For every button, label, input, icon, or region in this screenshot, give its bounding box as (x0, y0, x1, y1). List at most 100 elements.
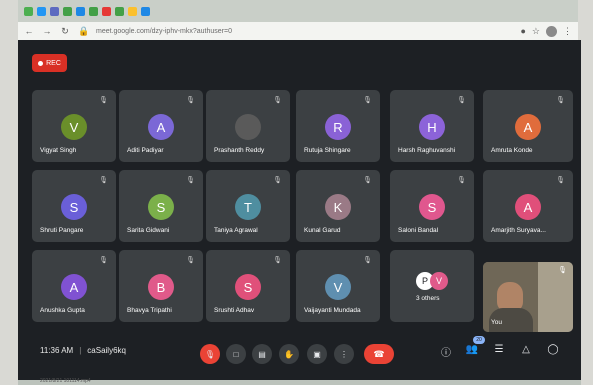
captions-icon: ▤ (258, 349, 266, 359)
leave-call-button[interactable]: ☎ (364, 344, 394, 364)
present-button[interactable]: ▣ (307, 344, 327, 364)
mic-off-icon: 🎙 (99, 257, 108, 264)
participant-count-badge: 20 (473, 336, 485, 344)
participant-name: Aditi Padiyar (127, 147, 164, 154)
participant-avatar (235, 114, 261, 140)
participant-tile[interactable]: 🎙 V Vaijayanti Mundada (296, 250, 380, 322)
mic-off-icon: 🎙 (186, 177, 195, 184)
participant-tile[interactable]: 🎙 H Harsh Raghuvanshi (390, 90, 474, 162)
participant-tile[interactable]: 🎙 V Vigyat Singh (32, 90, 116, 162)
participant-tile[interactable]: 🎙 S Sarita Gidwani (119, 170, 203, 242)
participant-avatar: V (61, 114, 87, 140)
participant-name: Prashanth Reddy (214, 147, 265, 154)
activities-icon[interactable]: △ (518, 344, 534, 355)
participant-avatar: S (235, 274, 261, 300)
others-tile[interactable]: P V 3 others (390, 250, 474, 322)
participant-tile[interactable]: 🎙 B Bhavya Tripathi (119, 250, 203, 322)
back-icon[interactable]: ← (24, 26, 34, 36)
tab-favicon[interactable] (37, 6, 46, 16)
bookmark-star-icon[interactable]: ☆ (532, 26, 540, 37)
participant-name: Amarjith Suryava... (491, 227, 546, 234)
participant-tile[interactable]: 🎙 A Amruta Konde (483, 90, 573, 162)
participant-name: Amruta Konde (491, 147, 533, 154)
participant-tile[interactable]: 🎙 A Amarjith Suryava... (483, 170, 573, 242)
participant-avatar: A (515, 194, 541, 220)
browser-tab-strip (18, 0, 578, 22)
participant-tile[interactable]: 🎙 K Kunal Garud (296, 170, 380, 242)
chat-icon[interactable]: ☰ (491, 344, 507, 355)
mic-off-icon: 🎙 (99, 177, 108, 184)
participant-avatar: S (61, 194, 87, 220)
participant-avatar: S (148, 194, 174, 220)
raise-hand-button[interactable]: ✋ (279, 344, 299, 364)
tab-favicon[interactable] (115, 6, 124, 16)
tab-favicon[interactable] (24, 6, 33, 16)
participant-avatar: T (235, 194, 261, 220)
recording-label: REC (46, 59, 61, 67)
reload-icon[interactable]: ↻ (60, 26, 70, 37)
mic-off-icon: 🎙 (363, 97, 372, 104)
tab-favicon[interactable] (63, 6, 72, 16)
participant-tile[interactable]: 🎙 S Shruti Pangare (32, 170, 116, 242)
taskbar (18, 380, 581, 385)
more-vert-icon: ⋮ (340, 349, 348, 359)
mic-off-icon: 🎙 (363, 177, 372, 184)
tab-favicon[interactable] (50, 6, 59, 16)
participant-tile[interactable]: 🎙 S Srushti Adhav (206, 250, 290, 322)
lock-icon: 🔒 (78, 25, 90, 36)
participant-tile[interactable]: 🎙 S Saloni Bandal (390, 170, 474, 242)
url-field[interactable]: meet.google.com/dzy-iphv-mkx?authuser=0 (96, 28, 512, 35)
present-icon: ▣ (313, 349, 321, 359)
tab-favicon[interactable] (89, 6, 98, 16)
host-controls-icon[interactable]: ◯ (545, 344, 561, 355)
participant-tile[interactable]: 🎙 R Rutuja Shingare (296, 90, 380, 162)
participant-avatar: H (419, 114, 445, 140)
tab-favicon[interactable] (128, 6, 137, 16)
tab-favicon[interactable] (141, 6, 150, 16)
mic-off-icon: 🎙 (457, 177, 466, 184)
participant-name: Harsh Raghuvanshi (398, 147, 456, 154)
self-label: You (491, 319, 502, 326)
participant-name: Srushti Adhav (214, 307, 255, 314)
menu-kebab-icon[interactable]: ⋮ (563, 26, 572, 37)
participant-tile[interactable]: 🎙 A Aditi Padiyar (119, 90, 203, 162)
forward-icon[interactable]: → (42, 26, 52, 36)
participant-name: Shruti Pangare (40, 227, 84, 234)
info-icon[interactable]: ⓘ (438, 344, 454, 359)
participant-tile[interactable]: 🎙 T Taniya Agrawal (206, 170, 290, 242)
more-options-button[interactable]: ⋮ (334, 344, 354, 364)
participant-name: Rutuja Shingare (304, 147, 351, 154)
mic-off-icon: 🎙 (273, 257, 282, 264)
mic-off-icon: 🎙 (273, 97, 282, 104)
camera-toggle-button[interactable]: □ (226, 344, 246, 364)
others-avatar-b: V (430, 272, 448, 290)
tab-favicon[interactable] (102, 6, 111, 16)
people-icon[interactable]: 👥 (464, 344, 480, 355)
camera-blocked-icon[interactable]: ● (520, 26, 525, 36)
mic-off-icon: 🎙 (556, 177, 565, 184)
hangup-phone-icon: ☎ (373, 348, 385, 359)
participant-name: Vaijayanti Mundada (304, 307, 361, 314)
address-bar: ← → ↻ 🔒 meet.google.com/dzy-iphv-mkx?aut… (18, 22, 578, 40)
participant-avatar: A (515, 114, 541, 140)
mic-off-icon: 🎙 (363, 257, 372, 264)
participant-tile[interactable]: 🎙 Prashanth Reddy (206, 90, 290, 162)
others-label: 3 others (416, 295, 440, 302)
mic-toggle-button[interactable]: 🎙 (200, 344, 220, 364)
tab-favicon[interactable] (76, 6, 85, 16)
mic-off-icon: 🎙 (186, 257, 195, 264)
participant-avatar: A (61, 274, 87, 300)
recording-badge: REC (32, 54, 67, 72)
profile-avatar[interactable] (546, 25, 557, 37)
mic-off-icon: 🎙 (99, 97, 108, 104)
mic-off-icon: 🎙 (204, 349, 216, 359)
participant-tile[interactable]: 🎙 A Anushka Gupta (32, 250, 116, 322)
participant-avatar: R (325, 114, 351, 140)
meeting-time: 11:36 AM (40, 346, 74, 355)
self-view-tile[interactable]: 🎙 You (483, 262, 573, 332)
participant-name: Saloni Bandal (398, 227, 439, 234)
taskbar-file-label: 2021/8/21 101114.mp4 (40, 378, 91, 384)
captions-button[interactable]: ▤ (252, 344, 272, 364)
meeting-controls-bar: 11:36 AM | caSaily6kq 🎙 □ ▤ ✋ ▣ ⋮ ☎ ⓘ 👥 … (18, 330, 581, 380)
recording-dot-icon (38, 60, 44, 66)
